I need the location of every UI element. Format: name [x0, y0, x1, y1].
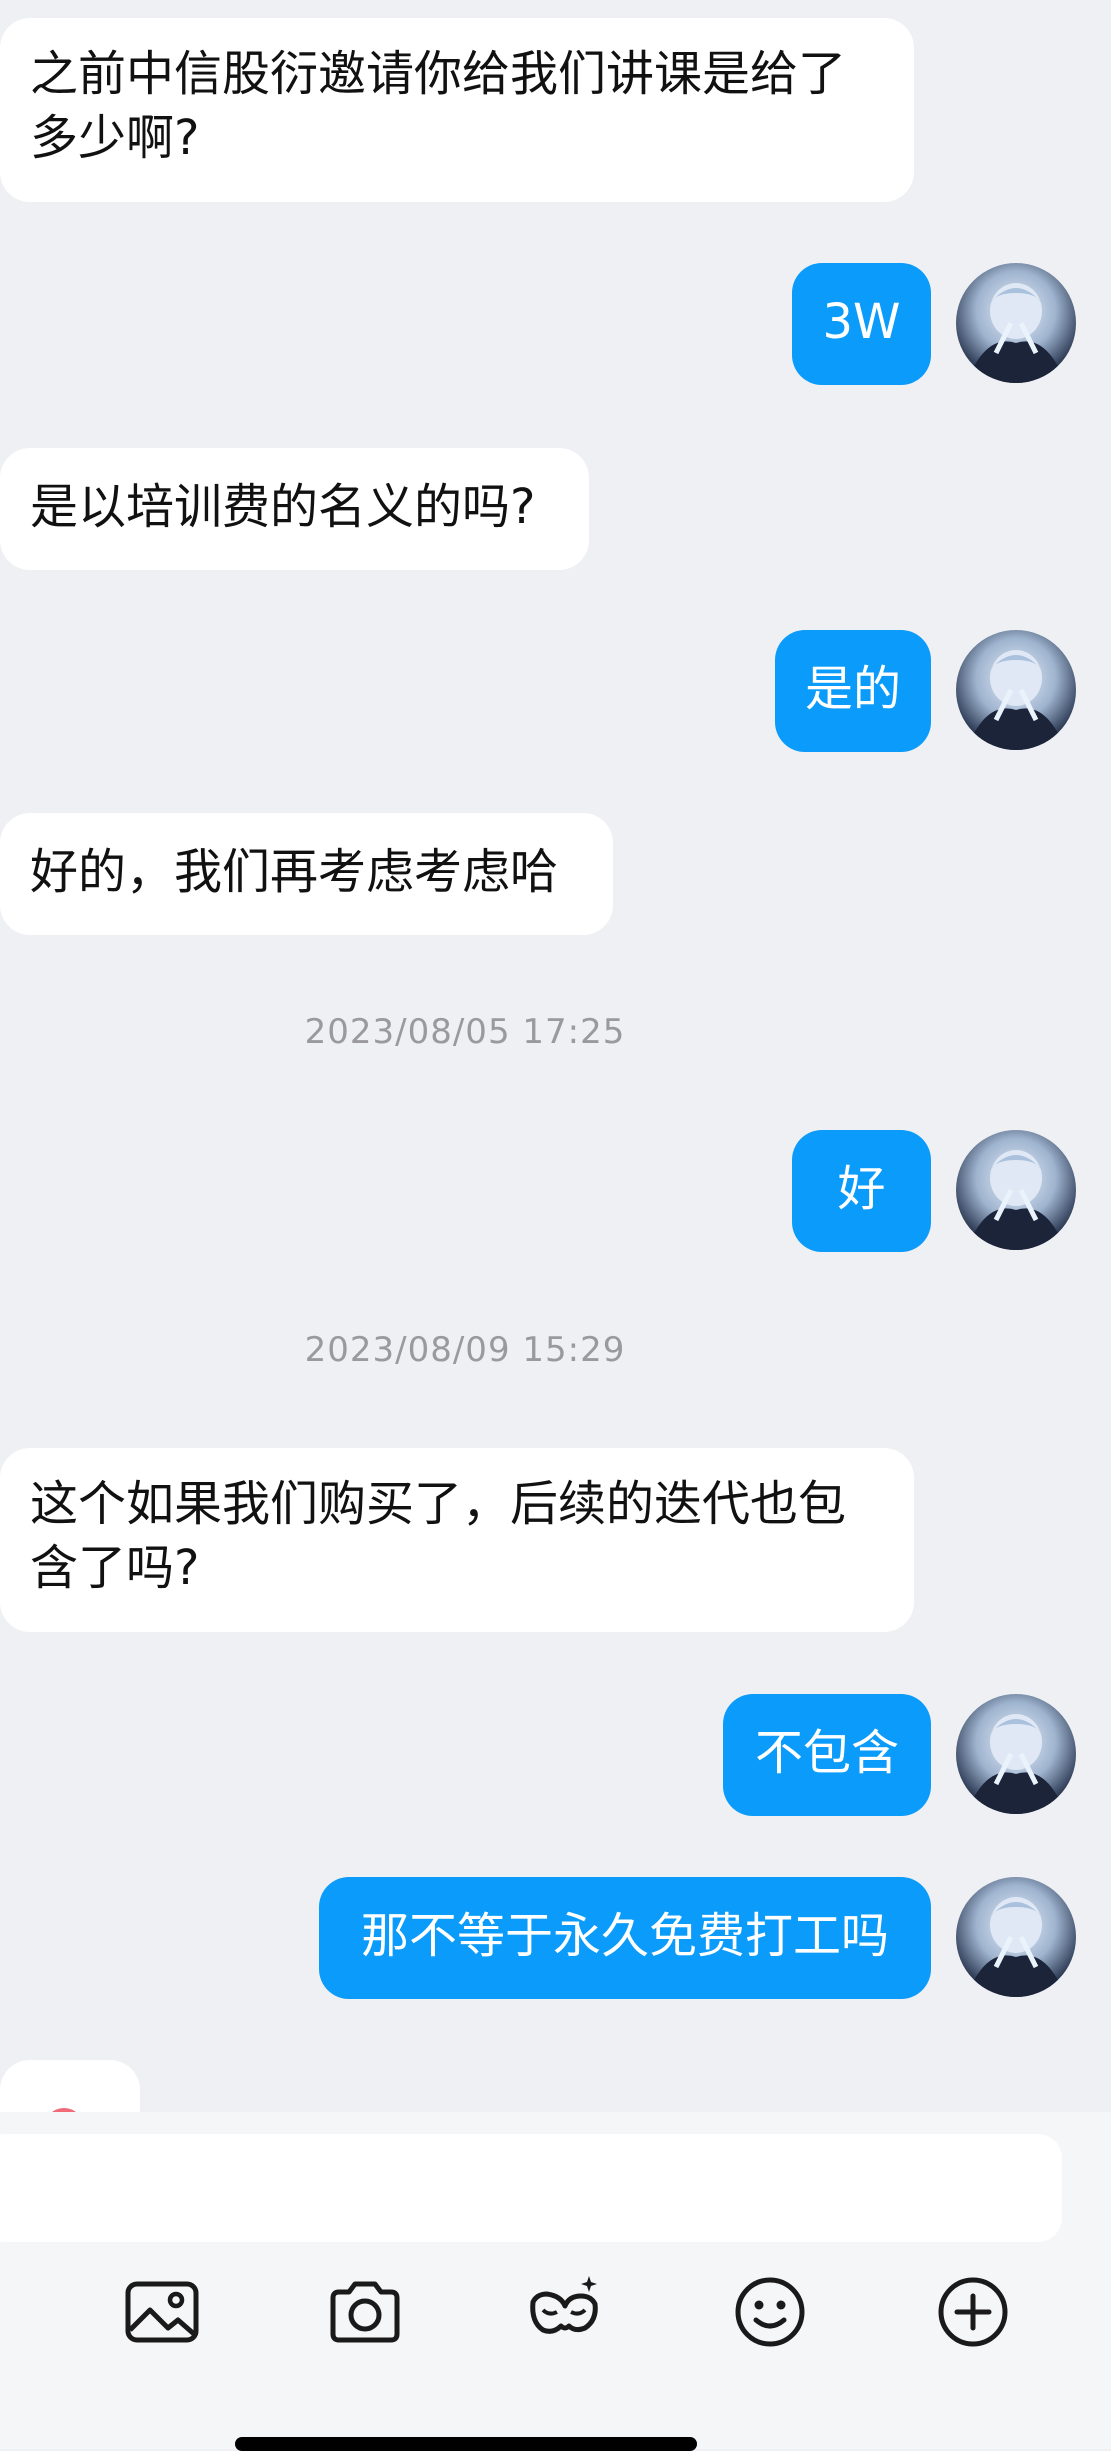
avatar-image [956, 1130, 1076, 1250]
outgoing-message[interactable]: 好 [792, 1130, 931, 1252]
my-avatar[interactable] [956, 1130, 1076, 1250]
image-icon[interactable] [122, 2272, 202, 2352]
chat-area[interactable]: 之前中信股衍邀请你给我们讲课是给了 多少啊? 3W 是以培训费的名义的吗? 是的 [0, 0, 1111, 2112]
my-avatar[interactable] [956, 630, 1076, 750]
timestamp: 2023/08/09 15:29 [304, 1330, 626, 1370]
my-avatar[interactable] [956, 1694, 1076, 1814]
smiley-icon[interactable] [730, 2272, 810, 2352]
incoming-message[interactable]: 好的，我们再考虑考虑哈 [0, 813, 613, 935]
my-avatar[interactable] [956, 1877, 1076, 1997]
outgoing-message[interactable]: 不包含 [723, 1694, 931, 1816]
outgoing-message[interactable]: 那不等于永久免费打工吗 [319, 1877, 931, 1999]
avatar-image [956, 1694, 1076, 1814]
outgoing-message[interactable]: 3W [792, 263, 931, 385]
outgoing-message[interactable]: 是的 [775, 630, 931, 752]
avatar-image [956, 630, 1076, 750]
timestamp: 2023/08/05 17:25 [304, 1012, 626, 1052]
incoming-message[interactable]: 是以培训费的名义的吗? [0, 448, 589, 570]
camera-icon[interactable] [325, 2272, 405, 2352]
mask-sparkle-icon[interactable] [525, 2272, 605, 2352]
avatar-image [956, 1877, 1076, 1997]
message-input[interactable] [0, 2134, 1062, 2242]
plus-circle-icon[interactable] [933, 2272, 1013, 2352]
avatar-image [956, 263, 1076, 383]
my-avatar[interactable] [956, 263, 1076, 383]
incoming-message[interactable]: 之前中信股衍邀请你给我们讲课是给了 多少啊? [0, 18, 914, 202]
incoming-message-partial[interactable] [0, 2060, 140, 2112]
incoming-message[interactable]: 这个如果我们购买了，后续的迭代也包 含了吗? [0, 1448, 914, 1632]
